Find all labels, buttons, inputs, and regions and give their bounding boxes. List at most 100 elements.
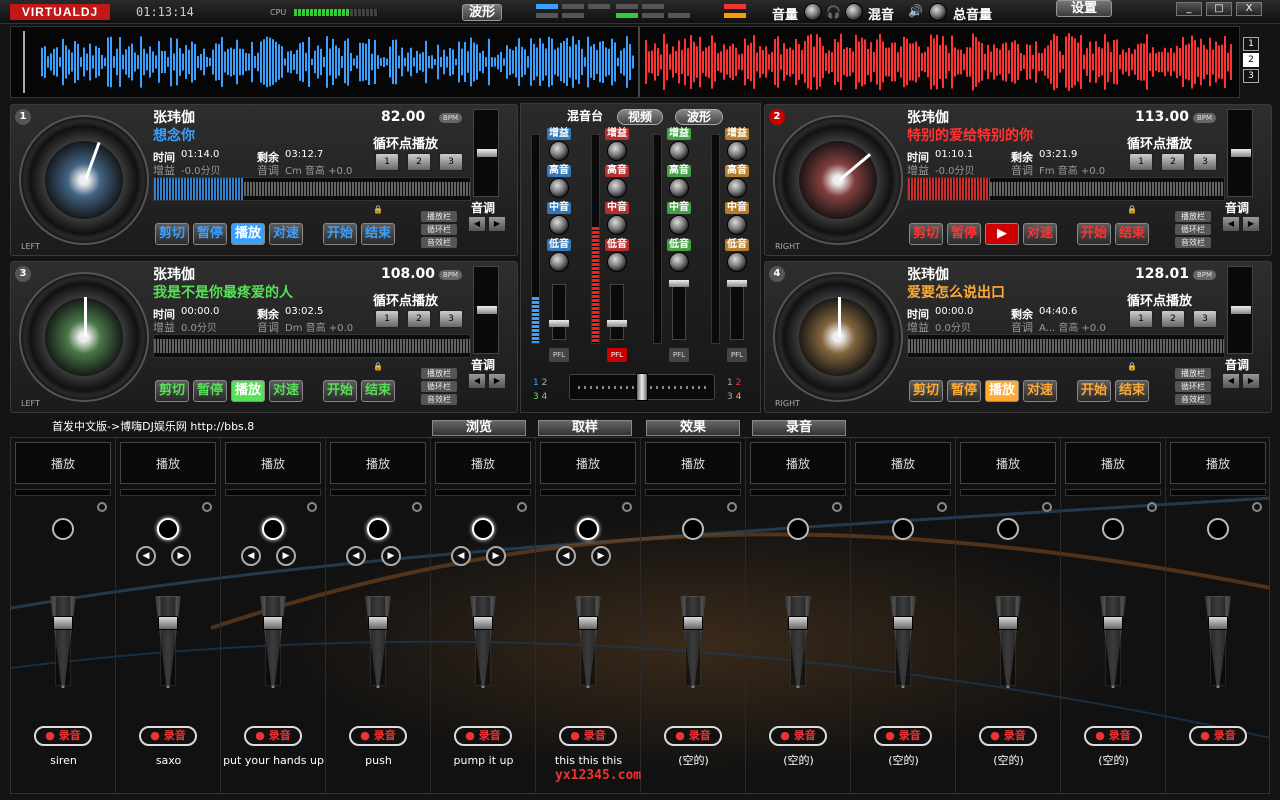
deck-3-loop-bar-tab[interactable]: 循环栏 [421,381,457,392]
deck-3-play-bar-tab[interactable]: 播放栏 [421,368,457,379]
deck-4-lock-icon[interactable]: 🔒 [1127,362,1137,371]
sampler-volume-handle[interactable] [53,616,73,630]
ch3-high-knob[interactable] [669,178,689,198]
deck-3-pitch-up-button[interactable]: ▶ [489,374,505,388]
deck-2-loop-3[interactable]: 3 [1193,153,1217,171]
deck-1-cue-button[interactable]: 剪切 [155,223,189,245]
sampler-loop-icon[interactable] [682,518,704,540]
sampler-volume-slider[interactable] [160,596,176,686]
sampler-loop-icon[interactable] [1102,518,1124,540]
deck-3-pitch-down-button[interactable]: ◀ [469,374,485,388]
ch2-low-knob[interactable] [607,252,627,272]
sampler-record-button[interactable]: ● 录音 [664,726,722,746]
deck-select-3[interactable]: 3 [1243,69,1259,83]
sampler-play-button[interactable]: 播放 [855,442,951,484]
deck-3-play-button[interactable]: 播放 [231,380,265,402]
waveform-tab[interactable]: 波形 [675,109,723,125]
crossfader-handle[interactable] [636,373,648,401]
ch3-mid-knob[interactable] [669,215,689,235]
sampler-loop-icon[interactable] [472,518,494,540]
sampler-volume-handle[interactable] [1208,616,1228,630]
ch4-gain-knob[interactable] [727,141,747,161]
deck-2-fx-bar-tab[interactable]: 音效栏 [1175,237,1211,248]
sampler-volume-slider[interactable] [685,596,701,686]
ch1-volume-fader[interactable] [552,284,566,340]
deck-4-fx-bar-tab[interactable]: 音效栏 [1175,394,1211,405]
sampler-led-icon[interactable] [622,502,632,512]
deck-4-loop-out-button[interactable]: 结束 [1115,380,1149,402]
crossfader[interactable] [569,373,715,401]
sampler-volume-handle[interactable] [788,616,808,630]
layout-indicators[interactable] [536,4,746,22]
sampler-loop-icon[interactable] [577,518,599,540]
sampler-record-button[interactable]: ● 录音 [349,726,407,746]
deck-1-lock-icon[interactable]: 🔒 [373,205,383,214]
ch1-volume-handle[interactable] [549,320,569,327]
sampler-volume-slider[interactable] [1210,596,1226,686]
deck-2-loop-1[interactable]: 1 [1129,153,1153,171]
deck-3-loop-1[interactable]: 1 [375,310,399,328]
sampler-volume-slider[interactable] [475,596,491,686]
sampler-next-icon[interactable]: ▶ [276,546,296,566]
sampler-volume-handle[interactable] [263,616,283,630]
sampler-play-button[interactable]: 播放 [960,442,1056,484]
settings-button[interactable]: 设置 [1056,0,1112,17]
sampler-led-icon[interactable] [517,502,527,512]
ch4-pfl-button[interactable]: PFL [727,348,747,362]
ch4-low-knob[interactable] [727,252,747,272]
sampler-volume-handle[interactable] [578,616,598,630]
deck-4-pitch-handle[interactable] [1231,306,1251,314]
sampler-play-button[interactable]: 播放 [540,442,636,484]
sampler-record-button[interactable]: ● 录音 [979,726,1037,746]
deck-1-play-button[interactable]: 播放 [231,223,265,245]
sampler-volume-handle[interactable] [158,616,178,630]
sampler-prev-icon[interactable]: ◀ [346,546,366,566]
sampler-record-button[interactable]: ● 录音 [1189,726,1247,746]
video-tab[interactable]: 视频 [617,109,663,125]
deck-1-sync-button[interactable]: 对速 [269,223,303,245]
sampler-prev-icon[interactable]: ◀ [241,546,261,566]
sampler-volume-slider[interactable] [895,596,911,686]
deck-1-platter[interactable] [19,115,149,245]
sampler-play-button[interactable]: 播放 [120,442,216,484]
deck-3-lock-icon[interactable]: 🔒 [373,362,383,371]
deck-selector[interactable]: 1 2 3 [1243,37,1259,85]
sampler-loop-icon[interactable] [52,518,74,540]
sampler-led-icon[interactable] [727,502,737,512]
deck-4-sync-button[interactable]: 对速 [1023,380,1057,402]
deck-select-1[interactable]: 1 [1243,37,1259,51]
volume-knob[interactable] [804,3,822,21]
deck-2-sync-button[interactable]: 对速 [1023,223,1057,245]
deck-4-pitch-down-button[interactable]: ◀ [1223,374,1239,388]
sampler-play-button[interactable]: 播放 [750,442,846,484]
deck-3-sync-button[interactable]: 对速 [269,380,303,402]
sampler-loop-icon[interactable] [367,518,389,540]
sampler-volume-handle[interactable] [473,616,493,630]
sampler-record-button[interactable]: ● 录音 [1084,726,1142,746]
deck-2-pitch-up-button[interactable]: ▶ [1243,217,1259,231]
deck-3-cue-button[interactable]: 剪切 [155,380,189,402]
crossfader-right-assign[interactable]: 1 2 3 4 [727,376,757,404]
mixer-tab[interactable]: 混音台 [561,109,609,125]
sampler-led-icon[interactable] [937,502,947,512]
deck-3-fx-bar-tab[interactable]: 音效栏 [421,394,457,405]
deck-2-loop-bar-tab[interactable]: 循环栏 [1175,224,1211,235]
ch3-low-knob[interactable] [669,252,689,272]
deck-4-platter[interactable] [773,272,903,402]
deck-2-pitch-down-button[interactable]: ◀ [1223,217,1239,231]
sampler-loop-icon[interactable] [892,518,914,540]
sampler-prev-icon[interactable]: ◀ [556,546,576,566]
deck-2-waveform[interactable] [907,177,1225,201]
deck-4-play-bar-tab[interactable]: 播放栏 [1175,368,1211,379]
deck-2-play-bar-tab[interactable]: 播放栏 [1175,211,1211,222]
minimize-button[interactable]: _ [1176,2,1202,16]
sampler-led-icon[interactable] [832,502,842,512]
sampler-loop-icon[interactable] [157,518,179,540]
deck-1-loop-2[interactable]: 2 [407,153,431,171]
deck-2-pitch-handle[interactable] [1231,149,1251,157]
deck-1-loop-in-button[interactable]: 开始 [323,223,357,245]
deck-4-waveform[interactable] [907,334,1225,358]
deck-1-loop-1[interactable]: 1 [375,153,399,171]
deck-1-loop-3[interactable]: 3 [439,153,463,171]
deck-1-pitch-up-button[interactable]: ▶ [489,217,505,231]
